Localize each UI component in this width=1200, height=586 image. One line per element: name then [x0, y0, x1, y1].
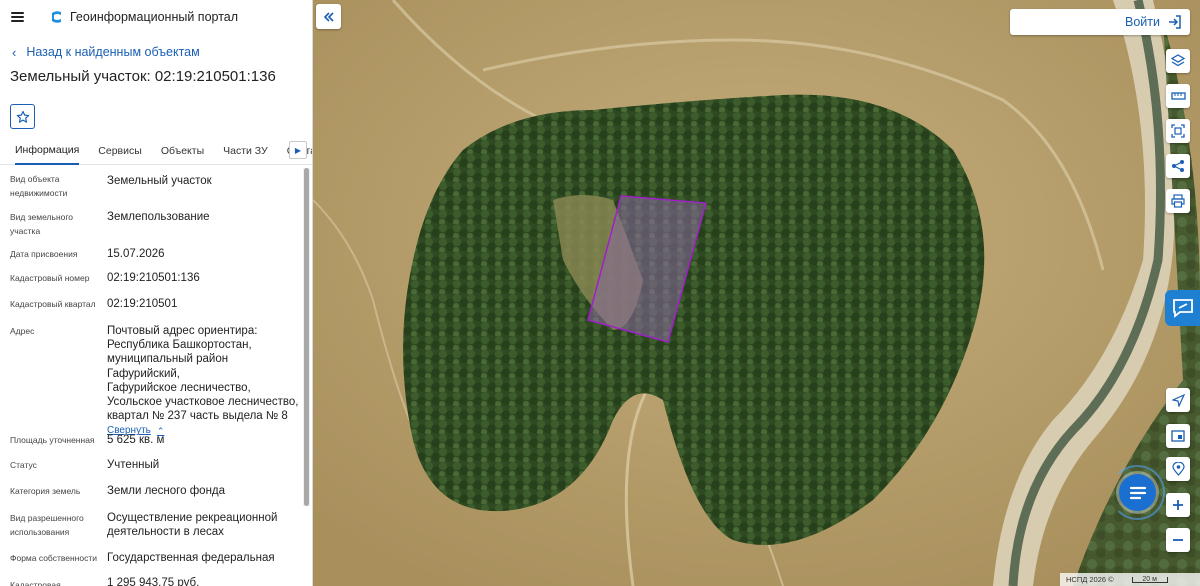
area-select-button[interactable]	[1166, 119, 1190, 143]
value-line: деятельности в лесах	[107, 526, 224, 539]
chevron-left-icon: ‹	[12, 44, 17, 60]
detail-value: 5 625 кв. м	[107, 434, 165, 446]
login-label: Войти	[1125, 15, 1160, 29]
minimap-icon	[1171, 430, 1185, 442]
address-line: Почтовый адрес ориентира:	[107, 325, 258, 337]
geolocation-icon	[1171, 462, 1185, 476]
back-to-results-link[interactable]: ‹ Назад к найденным объектам	[0, 35, 312, 69]
address-line: Гафурийское лесничество,	[107, 381, 251, 394]
satellite-imagery	[313, 0, 1200, 586]
detail-value: 02:19:210501	[107, 298, 178, 310]
share-icon	[1172, 160, 1184, 172]
detail-value: 15.07.2026	[107, 248, 165, 260]
detail-label: Вид объекта недвижимости	[10, 174, 68, 198]
detail-label: Кадастровая	[10, 580, 61, 586]
detail-label: Вид разрешенного использования	[10, 513, 84, 537]
map-attribution: НСПД 2026 ©	[1066, 575, 1114, 584]
login-button[interactable]: Войти	[1010, 9, 1190, 35]
locate-button[interactable]	[1166, 388, 1190, 412]
chat-button[interactable]	[1119, 474, 1156, 511]
detail-value: Земли лесного фонда	[107, 485, 226, 497]
detail-label: Адрес	[10, 326, 35, 336]
detail-label: Вид земельного участка	[10, 212, 74, 236]
detail-value: Землепользование	[107, 211, 210, 223]
address-line: Республика Башкортостан,	[107, 339, 252, 352]
plus-icon	[1173, 500, 1183, 510]
layers-button[interactable]	[1166, 49, 1190, 73]
detail-label: Площадь уточненная	[10, 435, 95, 445]
scrollbar-thumb[interactable]	[304, 168, 309, 506]
star-icon	[16, 110, 29, 123]
address-line: муниципальный район Гафурийский,	[107, 353, 229, 380]
detail-value: Осуществление рекреационной деятельности…	[107, 511, 299, 539]
assistant-icon	[1172, 299, 1193, 318]
tab-services[interactable]: Сервисы	[98, 137, 142, 165]
address-value: Почтовый адрес ориентира: Республика Баш…	[107, 324, 299, 439]
detail-label: Дата присвоения	[10, 249, 78, 259]
login-icon	[1169, 15, 1181, 29]
print-icon	[1171, 194, 1185, 208]
tab-information[interactable]: Информация	[15, 137, 80, 165]
locate-icon	[1171, 393, 1185, 407]
tab-bar: Информация Сервисы Объекты Части ЗУ Сост…	[0, 137, 312, 165]
portal-logo-icon	[52, 11, 61, 23]
zoom-out-button[interactable]	[1166, 528, 1190, 552]
double-chevron-left-icon	[323, 11, 334, 22]
tabs-scroll-right-button[interactable]: ▶	[289, 141, 307, 159]
favorite-button[interactable]	[10, 104, 35, 129]
minimap-button[interactable]	[1166, 424, 1190, 448]
detail-value: 1 295 943,75 руб.	[107, 577, 200, 586]
detail-value: 02:19:210501:136	[107, 272, 200, 284]
scale-bar: НСПД 2026 © 20 м	[1060, 573, 1200, 586]
zoom-in-button[interactable]	[1166, 493, 1190, 517]
ruler-icon	[1170, 92, 1186, 100]
detail-value: Земельный участок	[107, 175, 212, 187]
side-panel: Геоинформационный портал ‹ Назад к найде…	[0, 0, 313, 586]
collapse-panel-button[interactable]	[316, 4, 341, 29]
object-title: Земельный участок: 02:19:210501:136	[10, 68, 276, 85]
detail-label: Кадастровый номер	[10, 273, 90, 283]
layers-icon	[1171, 54, 1185, 67]
back-label: Назад к найденным объектам	[26, 45, 200, 59]
detail-label: Кадастровый квартал	[10, 299, 96, 309]
map-view[interactable]: Войти НСПД 2026 © 20 м	[313, 0, 1200, 586]
detail-value: Учтенный	[107, 459, 160, 471]
value-line: Осуществление рекреационной	[107, 512, 278, 524]
details-scrollbar[interactable]	[303, 168, 310, 506]
address-line: квартал № 237 часть выдела № 8	[107, 410, 288, 423]
app-title: Геоинформационный портал	[70, 10, 239, 24]
area-select-icon	[1171, 124, 1185, 138]
address-line: Усольское участковое лесничество,	[107, 396, 299, 409]
chat-icon	[1129, 486, 1146, 499]
geolocation-button[interactable]	[1166, 457, 1190, 481]
assistant-tab-button[interactable]	[1165, 290, 1200, 326]
detail-value: Государственная федеральная	[107, 552, 275, 564]
tab-parts[interactable]: Части ЗУ	[223, 137, 268, 165]
hamburger-icon[interactable]	[11, 12, 24, 22]
ruler-button[interactable]	[1166, 84, 1190, 108]
detail-label: Категория земель	[10, 486, 81, 496]
panel-header: Геоинформационный портал	[0, 0, 312, 34]
print-button[interactable]	[1166, 189, 1190, 213]
minus-icon	[1173, 539, 1183, 541]
detail-label: Статус	[10, 460, 37, 470]
tab-objects[interactable]: Объекты	[161, 137, 204, 165]
detail-label: Форма собственности	[10, 553, 97, 563]
scale-label: 20 м	[1131, 576, 1168, 583]
share-button[interactable]	[1166, 154, 1190, 178]
